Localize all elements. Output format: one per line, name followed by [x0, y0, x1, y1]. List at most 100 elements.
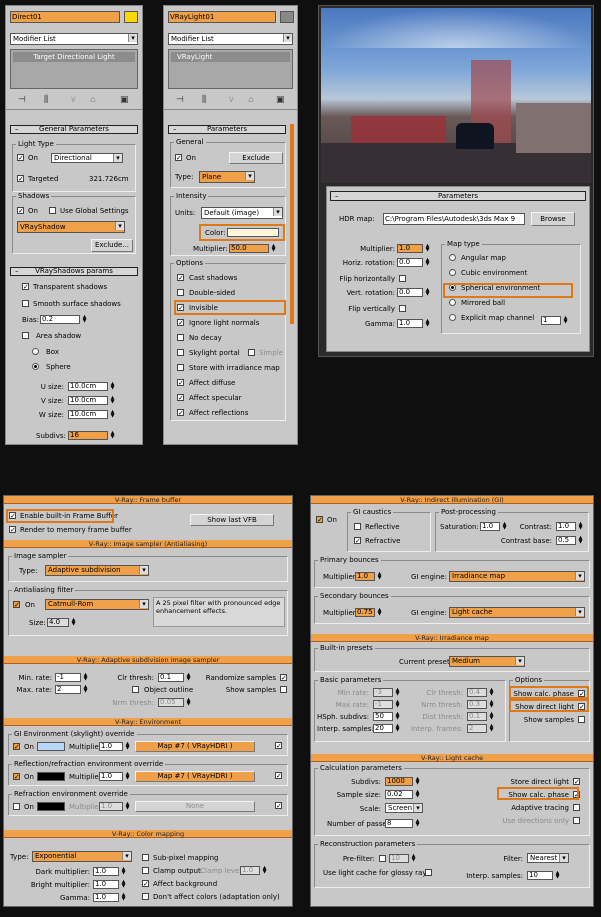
aa-filter-dropdown[interactable]: Catmull-Rom — [45, 599, 149, 610]
configure-sets-icon[interactable]: ▣ — [120, 94, 129, 106]
sample-size-spinner[interactable]: ▲ ▼ — [415, 790, 420, 799]
light-type-dropdown[interactable]: Directional — [51, 153, 123, 163]
interp-frames-field[interactable]: 2 — [467, 724, 487, 733]
irr-max-rate-spinner[interactable]: ▲ ▼ — [395, 700, 400, 709]
use-lc-glossy-checkbox[interactable] — [425, 869, 432, 876]
remove-modifier-icon[interactable]: ⌂ — [248, 94, 254, 106]
refr-env-on-checkbox[interactable] — [13, 803, 20, 810]
make-unique-icon[interactable]: ∨ — [228, 94, 235, 106]
remove-modifier-icon[interactable]: ⌂ — [90, 94, 96, 106]
w-size-field[interactable]: 10.0cm — [68, 410, 108, 419]
prefilter-field[interactable]: 10 — [389, 854, 409, 863]
object-name-field[interactable]: VRayLight01 — [168, 11, 276, 23]
modifier-list-dropdown[interactable]: Modifier List — [168, 33, 293, 45]
color-mapping-type-dropdown[interactable]: Exponential — [32, 851, 132, 862]
clamp-level-field[interactable]: 1.0 — [240, 866, 260, 875]
hsph-subdivs-field[interactable]: 50 — [373, 712, 393, 721]
secondary-multiplier-spinner[interactable]: ▲ ▼ — [377, 608, 382, 617]
refractive-checkbox[interactable]: ✓ — [354, 537, 361, 545]
contrast-base-field[interactable]: 0.5 — [556, 536, 576, 545]
nrm-thresh-field[interactable]: 0.05 — [158, 698, 184, 707]
scale-dropdown[interactable]: Screen — [385, 803, 423, 813]
frame-buffer-header[interactable]: V-Ray:: Frame buffer — [4, 496, 292, 504]
number-of-passes-spinner[interactable]: ▲ ▼ — [415, 819, 420, 828]
clamp-level-spinner[interactable]: ▲ ▼ — [262, 866, 267, 875]
show-last-vfb-button[interactable]: Show last VFB — [190, 514, 274, 526]
modifier-list-dropdown[interactable]: Modifier List — [10, 33, 138, 45]
object-color-swatch[interactable] — [280, 11, 294, 23]
clr-thresh-field[interactable]: 0.1 — [158, 673, 184, 682]
affect-background-checkbox[interactable]: ✓ — [142, 880, 149, 888]
gi-env-map-checkbox[interactable]: ✓ — [275, 742, 282, 750]
stack-item[interactable]: Target Directional Light — [13, 52, 135, 62]
irr-max-rate-field[interactable]: -1 — [373, 700, 393, 709]
gi-env-color-swatch[interactable] — [37, 742, 65, 751]
dark-multiplier-spinner[interactable]: ▲ ▼ — [121, 867, 126, 876]
cm-gamma-spinner[interactable]: ▲ ▼ — [121, 893, 126, 902]
irr-min-rate-field[interactable]: -3 — [373, 688, 393, 697]
show-samples-checkbox[interactable] — [280, 686, 287, 693]
interp-samples-spinner[interactable]: ▲ ▼ — [395, 724, 400, 733]
adaptive-sampler-header[interactable]: V-Ray:: Adaptive subdivision image sampl… — [4, 656, 292, 664]
affect-diffuse-checkbox[interactable]: ✓ — [177, 379, 184, 387]
store-direct-light-checkbox[interactable]: ✓ — [573, 778, 580, 786]
light-cache-header[interactable]: V-Ray:: Light cache — [311, 754, 593, 762]
irr-nrm-thresh-spinner[interactable]: ▲ ▼ — [489, 700, 494, 709]
gi-env-multiplier-spinner[interactable]: ▲ ▼ — [125, 742, 130, 751]
rollout-vrayshadows-params[interactable]: VRayShadows params — [10, 267, 138, 276]
irr-min-rate-spinner[interactable]: ▲ ▼ — [395, 688, 400, 697]
use-global-settings-checkbox[interactable] — [49, 207, 56, 214]
horiz-rotation-spinner[interactable]: ▲ ▼ — [425, 258, 430, 267]
cubic-environment-radio[interactable] — [449, 269, 456, 276]
contrast-spinner[interactable]: ▲ ▼ — [578, 522, 583, 531]
units-dropdown[interactable]: Default (image) — [201, 207, 283, 219]
lc-filter-dropdown[interactable]: Nearest — [527, 853, 569, 863]
refl-env-on-checkbox[interactable]: ✓ — [13, 773, 20, 781]
irr-clr-thresh-spinner[interactable]: ▲ ▼ — [489, 688, 494, 697]
stack-item[interactable]: VRayLight — [171, 52, 290, 62]
image-sampler-header[interactable]: V-Ray:: Image sampler (Antialiasing) — [4, 540, 292, 548]
hsph-subdivs-spinner[interactable]: ▲ ▼ — [395, 712, 400, 721]
contrast-base-spinner[interactable]: ▲ ▼ — [578, 536, 583, 545]
u-size-field[interactable]: 10.0cm — [68, 382, 108, 391]
lc-subdivs-field[interactable]: 1000 — [385, 777, 413, 786]
vert-rotation-spinner[interactable]: ▲ ▼ — [425, 288, 430, 297]
v-size-spinner[interactable]: ▲ ▼ — [110, 396, 115, 405]
explicit-map-channel-radio[interactable] — [449, 314, 456, 321]
adaptive-tracing-checkbox[interactable] — [573, 804, 580, 811]
map-channel-field[interactable]: 1 — [541, 316, 561, 325]
lc-subdivs-spinner[interactable]: ▲ ▼ — [415, 777, 420, 786]
object-name-field[interactable]: Direct01 — [10, 11, 120, 23]
reflective-checkbox[interactable] — [354, 523, 361, 530]
rollout-parameters[interactable]: Parameters — [330, 191, 586, 201]
interp-frames-spinner[interactable]: ▲ ▼ — [489, 724, 494, 733]
bright-multiplier-field[interactable]: 1.0 — [93, 880, 119, 889]
primary-multiplier-spinner[interactable]: ▲ ▼ — [377, 572, 382, 581]
aa-filter-on-checkbox[interactable]: ✓ — [13, 601, 20, 609]
horiz-rotation-field[interactable]: 0.0 — [397, 258, 423, 267]
refr-env-map-checkbox[interactable]: ✓ — [275, 802, 282, 810]
image-sampler-type-dropdown[interactable]: Adaptive subdivision — [45, 565, 149, 576]
refl-env-color-swatch[interactable] — [37, 772, 65, 781]
max-rate-spinner[interactable]: ▲ ▼ — [83, 685, 88, 694]
show-end-result-icon[interactable]: ⫼ — [202, 94, 206, 106]
refr-env-color-swatch[interactable] — [37, 802, 65, 811]
targeted-checkbox[interactable]: ✓ — [17, 175, 24, 183]
area-shadow-checkbox[interactable] — [22, 332, 29, 339]
hdr-multiplier-field[interactable]: 1.0 — [397, 244, 423, 253]
irr-show-samples-checkbox[interactable] — [578, 716, 585, 723]
skylight-portal-checkbox[interactable] — [177, 349, 184, 356]
dont-affect-colors-checkbox[interactable] — [142, 893, 149, 900]
min-rate-spinner[interactable]: ▲ ▼ — [83, 673, 88, 682]
clr-thresh-spinner[interactable]: ▲ ▼ — [186, 673, 191, 682]
exclude-button[interactable]: Exclude... — [91, 239, 133, 252]
cm-gamma-field[interactable]: 1.0 — [93, 893, 119, 902]
store-with-irradiance-checkbox[interactable] — [177, 364, 184, 371]
secondary-multiplier-field[interactable]: 0.75 — [355, 608, 375, 617]
multiplier-spinner[interactable]: ▲ ▼ — [271, 244, 276, 253]
cast-shadows-checkbox[interactable]: ✓ — [177, 274, 184, 282]
angular-map-radio[interactable] — [449, 254, 456, 261]
transparent-shadows-checkbox[interactable]: ✓ — [22, 283, 29, 291]
gi-on-checkbox[interactable]: ✓ — [316, 516, 323, 524]
browse-button[interactable]: Browse — [531, 212, 575, 226]
